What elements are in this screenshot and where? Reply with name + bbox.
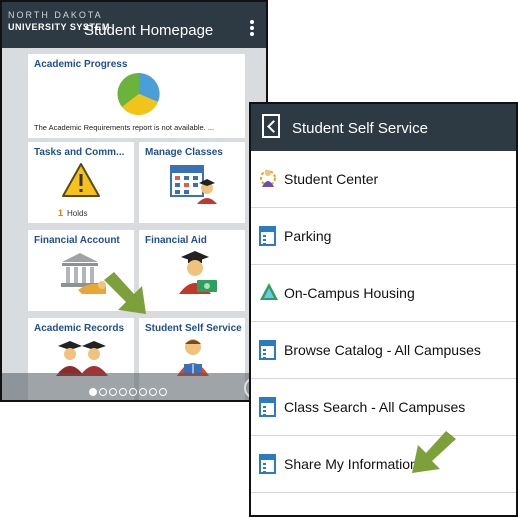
tile-title: Academic Progress [34,59,128,70]
student-reading-icon [177,339,209,376]
page-title: Student Homepage [84,22,214,39]
back-button[interactable] [262,114,280,138]
menu-item-student-center[interactable]: Student Center [251,151,516,208]
tile-title: Financial Aid [145,235,207,246]
document-icon [259,340,276,360]
menu-item-label: Class Search - All Campuses [284,399,466,415]
menu-item-label: Browse Catalog - All Campuses [284,342,481,358]
tile-manage-classes[interactable]: Manage Classes [139,142,245,223]
tile-title: Student Self Service [145,323,242,334]
menu-item-label: On-Campus Housing [284,285,415,301]
pie-chart-icon [117,72,160,116]
menu-item-label: Student Center [284,171,379,187]
page-dot[interactable] [99,388,107,396]
graduate-money-icon [179,251,217,294]
menu-item-on-campus-housing[interactable]: On-Campus Housing [251,265,516,322]
tile-tasks[interactable]: Tasks and Comm... 1 Holds [28,142,134,223]
document-icon [259,397,276,417]
student-homepage-screen: NORTH DAKOTA UNIVERSITY SYSTEM Student H… [0,0,268,402]
document-icon [259,226,276,246]
pagination-bar [2,373,266,400]
page-dot[interactable] [149,388,157,396]
menu-item-parking[interactable]: Parking [251,208,516,265]
logo-line-1: NORTH DAKOTA [8,10,103,20]
academic-requirements-note: The Academic Requirements report is not … [34,123,215,132]
tile-title: Financial Account [34,235,120,246]
page-title: Student Self Service [292,120,428,137]
page-dot[interactable] [109,388,117,396]
warning-icon [62,163,100,197]
more-menu-icon[interactable] [250,20,254,36]
page-dots[interactable] [89,383,169,396]
page-dot[interactable] [139,388,147,396]
page-dot[interactable] [159,388,167,396]
pointer-arrow-icon [412,431,456,473]
housing-icon [260,283,278,300]
page-dot[interactable] [119,388,127,396]
calendar-icon [170,165,217,204]
tile-academic-progress[interactable]: Academic Progress The Academic Requireme… [28,54,245,138]
tile-title: Tasks and Comm... [34,147,125,158]
menu-item-label: Parking [284,228,332,244]
menu-item-share-my-information[interactable]: Share My Information [251,436,516,493]
menu-item-class-search[interactable]: Class Search - All Campuses [251,379,516,436]
self-service-header: Student Self Service [251,104,516,151]
pointer-arrow-icon [104,272,146,314]
menu-item-browse-catalog[interactable]: Browse Catalog - All Campuses [251,322,516,379]
tile-financial-aid[interactable]: Financial Aid [139,230,245,311]
page-dot[interactable] [89,388,97,396]
tile-title: Academic Records [34,323,125,334]
student-center-icon [260,170,276,187]
holds-count: 1 Holds [58,208,88,218]
homepage-header: NORTH DAKOTA UNIVERSITY SYSTEM Student H… [2,2,266,48]
student-self-service-screen: Student Self Service Student Center Park… [249,102,518,517]
tile-title: Manage Classes [145,147,223,158]
page-dot[interactable] [129,388,137,396]
graduates-icon [56,341,108,376]
document-icon [259,454,276,474]
menu-item-label: Share My Information [284,456,418,472]
